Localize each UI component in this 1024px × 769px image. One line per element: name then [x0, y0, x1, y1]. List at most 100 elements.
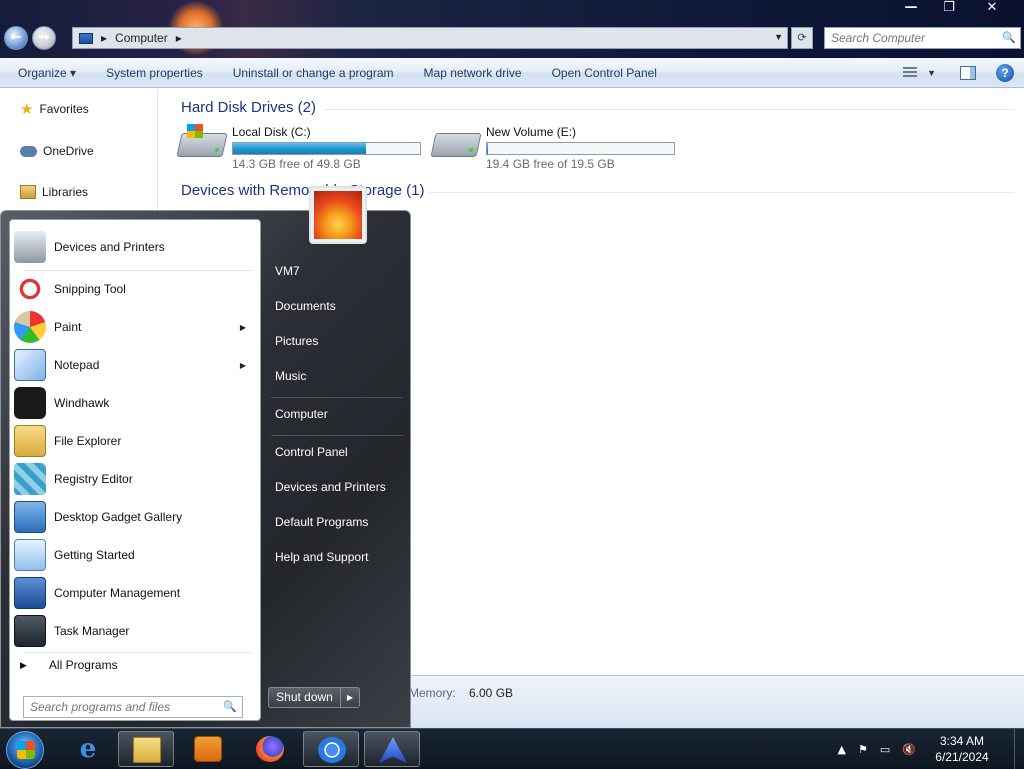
taskbar-firefox[interactable] [242, 731, 298, 767]
user-picture[interactable] [309, 186, 367, 244]
separator [271, 397, 403, 398]
shutdown-options-button[interactable]: ▶ [341, 688, 359, 707]
close-button[interactable]: ✕ [968, 0, 1016, 18]
breadcrumb-computer[interactable]: Computer [115, 31, 168, 45]
task-manager-icon [14, 615, 46, 647]
program-paint[interactable]: Paint ▶ [14, 310, 256, 344]
registry-icon [14, 463, 46, 495]
printer-icon [14, 231, 46, 263]
change-view-icon[interactable] [903, 67, 918, 79]
notification-area: ▲ ⚑ ▭ 🔇 3:34 AM 6/21/2024 [832, 729, 1024, 769]
drive-e[interactable]: New Volume (E:) 19.4 GB free of 19.5 GB [430, 125, 683, 175]
system-properties-button[interactable]: System properties [91, 66, 218, 80]
drive-name: New Volume (E:) [486, 125, 577, 139]
drive-free-space: 19.4 GB free of 19.5 GB [486, 157, 615, 171]
show-desktop-button[interactable] [1014, 729, 1024, 769]
program-windhawk[interactable]: Windhawk [14, 386, 256, 420]
submenu-arrow-icon[interactable]: ▶ [240, 361, 246, 370]
search-input[interactable] [829, 28, 999, 48]
breadcrumb-separator[interactable]: ▸ [101, 31, 107, 45]
restore-button[interactable]: ❐ [930, 0, 968, 18]
clock-date: 6/21/2024 [935, 750, 989, 764]
submenu-arrow-icon[interactable]: ▶ [240, 323, 246, 332]
program-computer-management[interactable]: Computer Management [14, 576, 256, 610]
program-registry-editor[interactable]: Registry Editor [14, 462, 256, 496]
clock-time: 3:34 AM [939, 734, 985, 748]
views-dropdown-icon[interactable]: ▼ [927, 68, 936, 78]
link-computer[interactable]: Computer [275, 407, 328, 421]
notepad-icon [14, 349, 46, 381]
map-network-drive-button[interactable]: Map network drive [409, 66, 537, 80]
link-documents[interactable]: Documents [275, 299, 336, 313]
nav-item-favorites[interactable]: ★ Favorites [20, 100, 89, 118]
drive-usage-fill [233, 143, 367, 154]
all-programs-label: All Programs [48, 658, 118, 672]
program-getting-started[interactable]: Getting Started [14, 538, 256, 572]
search-box[interactable]: 🔍 [824, 27, 1021, 49]
link-help-and-support[interactable]: Help and Support [275, 550, 368, 564]
program-label: Windhawk [54, 396, 110, 410]
computer-icon [79, 32, 93, 44]
link-pictures[interactable]: Pictures [275, 334, 318, 348]
open-control-panel-button[interactable]: Open Control Panel [537, 66, 672, 80]
nav-item-libraries[interactable]: Libraries [20, 185, 88, 199]
volume-muted-icon[interactable]: 🔇 [902, 743, 916, 756]
program-devices-and-printers[interactable]: Devices and Printers [14, 230, 256, 264]
uninstall-program-button[interactable]: Uninstall or change a program [218, 66, 409, 80]
shutdown-button[interactable]: Shut down [269, 688, 341, 707]
action-center-flag-icon[interactable]: ⚑ [858, 743, 868, 756]
nav-item-onedrive[interactable]: OneDrive [20, 144, 94, 158]
search-icon[interactable]: 🔍 [223, 700, 237, 713]
search-icon[interactable]: 🔍 [1002, 31, 1016, 44]
program-file-explorer[interactable]: File Explorer [14, 424, 256, 458]
link-user-folder[interactable]: VM7 [275, 264, 300, 278]
clock[interactable]: 3:34 AM 6/21/2024 [922, 733, 1002, 765]
internet-explorer-icon: e [79, 734, 97, 764]
group-header-removable-storage[interactable]: Devices with Removable Storage (1) [181, 182, 424, 199]
show-hidden-icons-button[interactable]: ▲ [838, 743, 846, 756]
group-divider [324, 109, 1014, 110]
refresh-button[interactable]: ⟳ [791, 27, 813, 49]
taskbar-chrome[interactable] [303, 731, 359, 767]
address-dropdown-icon[interactable]: ▼ [774, 32, 783, 42]
memory-value: 6.00 GB [469, 686, 514, 700]
link-music[interactable]: Music [275, 369, 306, 383]
start-search-input[interactable] [28, 697, 218, 717]
organize-button[interactable]: Organize ▾ [0, 66, 91, 80]
taskbar-app[interactable] [364, 731, 420, 767]
link-devices-and-printers[interactable]: Devices and Printers [275, 480, 386, 494]
libraries-icon [20, 185, 36, 199]
chrome-icon [318, 737, 346, 763]
minimize-button[interactable]: — [892, 0, 930, 18]
program-task-manager[interactable]: Task Manager [14, 614, 256, 648]
address-bar[interactable]: ▸ Computer ▸ ▼ [72, 27, 788, 49]
start-button[interactable] [6, 731, 44, 769]
help-icon[interactable]: ? [996, 64, 1014, 82]
taskbar-media-player[interactable] [180, 731, 236, 767]
group-header-hard-disk-drives[interactable]: Hard Disk Drives (2) [181, 99, 316, 116]
program-label: Registry Editor [54, 472, 133, 486]
program-snipping-tool[interactable]: Snipping Tool [14, 272, 256, 306]
program-label: Paint [54, 320, 82, 334]
program-desktop-gadget-gallery[interactable]: Desktop Gadget Gallery [14, 500, 256, 534]
network-icon[interactable]: ▭ [880, 743, 890, 756]
preview-pane-icon[interactable] [960, 66, 976, 80]
all-programs-button[interactable]: ▶ All Programs [20, 658, 118, 672]
memory-label: Memory: [409, 686, 456, 700]
breadcrumb-separator[interactable]: ▸ [176, 31, 182, 45]
windows-logo-icon [17, 741, 35, 759]
taskbar: e ▲ ⚑ ▭ 🔇 3:34 AM 6/21/2024 [0, 728, 1024, 769]
taskbar-internet-explorer[interactable]: e [60, 731, 116, 767]
drive-c[interactable]: Local Disk (C:) 14.3 GB free of 49.8 GB [176, 124, 429, 175]
back-button[interactable]: ← [4, 26, 28, 50]
separator [24, 652, 252, 653]
forward-button[interactable]: → [32, 26, 56, 50]
start-search-box[interactable]: 🔍 [23, 696, 243, 718]
start-menu: Devices and Printers Snipping Tool Paint… [0, 186, 411, 728]
link-control-panel[interactable]: Control Panel [275, 445, 348, 459]
programs-list: Devices and Printers Snipping Tool Paint… [9, 219, 261, 721]
taskbar-file-explorer[interactable] [118, 731, 174, 767]
program-notepad[interactable]: Notepad ▶ [14, 348, 256, 382]
command-bar: Organize ▾ System properties Uninstall o… [0, 58, 1024, 88]
link-default-programs[interactable]: Default Programs [275, 515, 368, 529]
